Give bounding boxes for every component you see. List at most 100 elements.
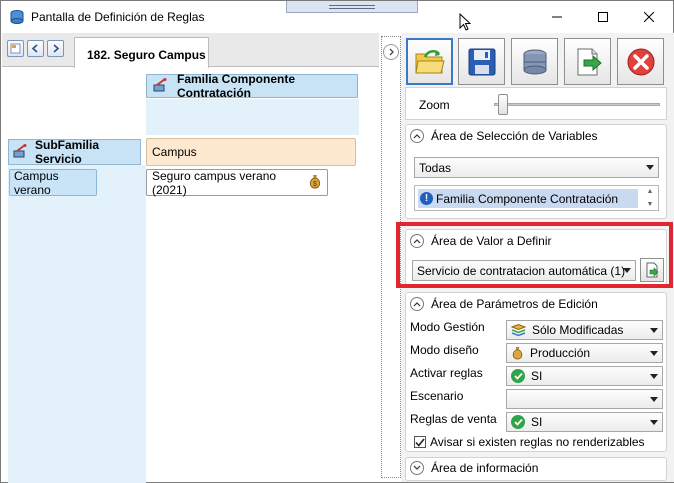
zoom-label: Zoom	[419, 98, 450, 112]
check-circle-icon	[511, 369, 525, 383]
zoom-slider-thumb[interactable]	[498, 94, 508, 115]
toolbar	[404, 38, 670, 88]
information-title: Área de información	[431, 461, 539, 475]
mouse-cursor-icon	[459, 12, 472, 34]
information-section: Área de información	[405, 457, 667, 481]
window-title: Pantalla de Definición de Reglas	[31, 10, 205, 24]
chevron-down-icon	[650, 374, 658, 379]
title-bar[interactable]: Pantalla de Definición de Reglas	[1, 1, 673, 33]
modo-gestion-value: Sólo Modificadas	[532, 323, 624, 337]
variable-icon	[153, 77, 169, 95]
minimize-button[interactable]	[534, 1, 580, 32]
pane-splitter[interactable]	[379, 33, 401, 482]
chevron-down-icon[interactable]	[410, 461, 424, 475]
scroll-down-icon[interactable]: ▼	[647, 201, 654, 208]
column-header[interactable]: Familia Componente Contratación	[146, 72, 358, 100]
row-value-cell[interactable]: Campus verano	[9, 169, 97, 197]
tab-seguro-campus[interactable]: 182. Seguro Campus	[74, 37, 209, 68]
rules-grid: Familia Componente Contratación SubFamil…	[2, 68, 379, 483]
chevron-down-icon	[650, 420, 658, 425]
variable-icon	[13, 143, 29, 161]
reglas-venta-dropdown[interactable]: SI	[506, 412, 663, 432]
chevron-up-icon[interactable]	[410, 234, 424, 248]
money-bag-icon	[511, 346, 524, 360]
variable-filter-dropdown[interactable]: Todas	[414, 157, 659, 178]
variable-selection-header[interactable]: Área de Selección de Variables	[410, 129, 598, 143]
rules-grid-pane: 182. Seguro Campus Familia Componente Co…	[2, 33, 379, 483]
modo-gestion-dropdown[interactable]: Sólo Modificadas	[506, 320, 663, 340]
value-definition-section: Área de Valor a Definir Servicio de cont…	[405, 229, 667, 285]
maximize-button[interactable]	[580, 1, 626, 32]
zoom-slider-track[interactable]	[494, 103, 660, 106]
row-header[interactable]: SubFamilia Servicio	[8, 138, 141, 166]
modo-diseno-dropdown[interactable]: Producción	[506, 343, 663, 363]
chevron-down-icon	[650, 328, 658, 333]
chevron-down-icon	[646, 165, 654, 170]
app-database-icon	[10, 10, 24, 24]
rule-value-cell[interactable]: Seguro campus verano (2021) $	[146, 169, 328, 197]
column-header-label: Familia Componente Contratación	[177, 72, 296, 100]
param-row-reglas-venta: Reglas de venta SI	[410, 412, 663, 432]
param-row-modo-gestion: Modo Gestión Sólo Modificadas	[410, 320, 663, 340]
column-area	[146, 99, 359, 135]
close-screen-button[interactable]	[617, 38, 664, 85]
check-circle-icon	[511, 415, 525, 429]
param-label: Escenario	[410, 389, 464, 403]
param-row-activar-reglas: Activar reglas SI	[410, 366, 663, 386]
reglas-venta-value: SI	[531, 415, 543, 429]
variable-selection-section: Área de Selección de Variables Todas ! F…	[405, 124, 667, 219]
open-folder-button[interactable]	[406, 38, 453, 85]
edit-parameters-section: Área de Parámetros de Edición Modo Gesti…	[405, 292, 667, 452]
column-value-label: Campus	[152, 145, 197, 159]
information-header[interactable]: Área de información	[410, 461, 538, 475]
zoom-control: Zoom	[405, 87, 667, 120]
value-dropdown-value: Servicio de contratacion automática (1)	[417, 263, 626, 278]
tab-list-button[interactable]	[7, 40, 24, 57]
param-label: Reglas de venta	[410, 412, 497, 426]
value-definition-header[interactable]: Área de Valor a Definir	[410, 234, 552, 248]
chevron-down-icon	[650, 397, 658, 402]
variable-filter-value: Todas	[419, 160, 452, 175]
tab-prev-button[interactable]	[27, 40, 44, 57]
database-tools-button[interactable]	[511, 38, 558, 85]
avisar-checkbox-label: Avisar si existen reglas no renderizable…	[430, 435, 645, 449]
tab-next-button[interactable]	[47, 40, 64, 57]
param-label: Modo diseño	[410, 343, 479, 357]
chevron-down-icon	[650, 351, 658, 356]
rules-definition-window: Pantalla de Definición de Reglas 182. Se…	[0, 0, 674, 483]
splitter-line	[381, 36, 401, 478]
avisar-checkbox[interactable]	[414, 436, 426, 448]
value-dropdown[interactable]: Servicio de contratacion automática (1)	[412, 260, 636, 281]
modo-diseno-value: Producción	[530, 346, 591, 360]
row-area	[8, 165, 146, 483]
column-value-cell[interactable]: Campus	[146, 138, 356, 166]
close-window-button[interactable]	[626, 1, 672, 32]
edit-parameters-title: Área de Parámetros de Edición	[431, 297, 598, 311]
info-icon: !	[420, 192, 433, 205]
activar-reglas-value: SI	[531, 369, 543, 383]
scroll-up-icon[interactable]: ▲	[647, 188, 654, 195]
save-button[interactable]	[458, 38, 505, 85]
param-label: Modo Gestión	[410, 320, 485, 334]
layers-icon	[511, 323, 526, 337]
list-item[interactable]: ! Familia Componente Contratación	[418, 189, 638, 208]
value-definition-title: Área de Valor a Definir	[431, 234, 552, 248]
chevron-up-icon[interactable]	[410, 297, 424, 311]
list-scrollbar[interactable]: ▲ ▼	[644, 188, 656, 208]
activar-reglas-dropdown[interactable]: SI	[506, 366, 663, 386]
avisar-checkbox-row[interactable]: Avisar si existen reglas no renderizable…	[414, 435, 645, 449]
apply-value-button[interactable]	[640, 258, 664, 282]
edit-parameters-header[interactable]: Área de Parámetros de Edición	[410, 297, 598, 311]
variable-item-label: Familia Componente Contratación	[436, 191, 619, 206]
properties-pane: Zoom Área de Selección de Variables Toda…	[401, 33, 674, 482]
variable-list[interactable]: ! Familia Componente Contratación ▲ ▼	[414, 185, 659, 211]
param-label: Activar reglas	[410, 366, 483, 380]
variable-selection-title: Área de Selección de Variables	[431, 129, 598, 143]
escenario-dropdown[interactable]	[506, 389, 663, 409]
export-button[interactable]	[564, 38, 611, 85]
collapse-panel-button[interactable]	[383, 44, 399, 60]
chevron-up-icon[interactable]	[410, 129, 424, 143]
svg-text:$: $	[313, 181, 317, 188]
money-bag-icon: $	[308, 174, 322, 192]
drag-handle[interactable]	[286, 1, 418, 13]
